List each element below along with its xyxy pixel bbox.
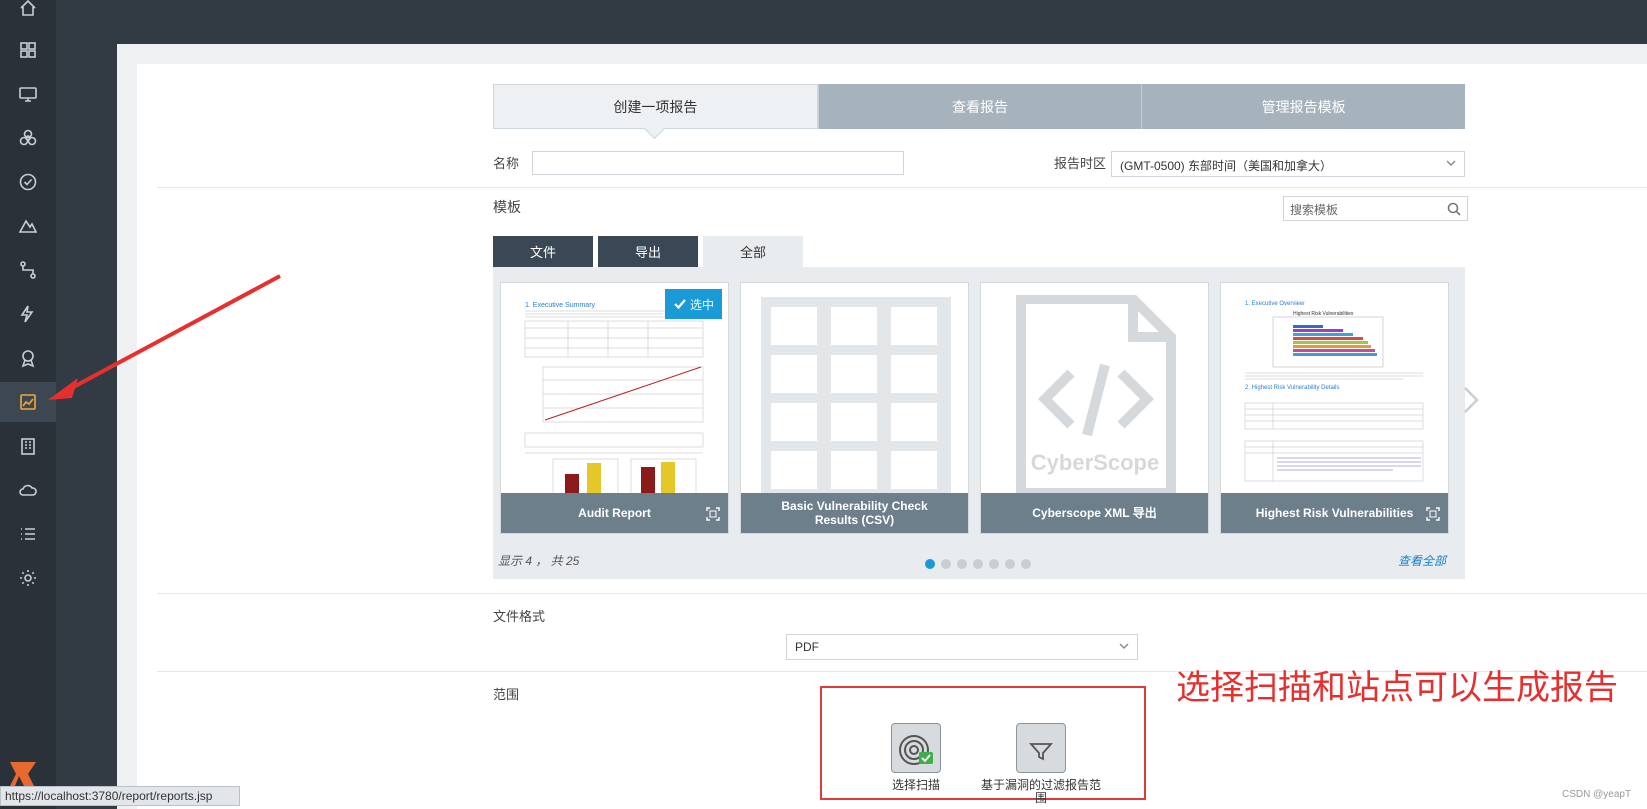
carousel-dot[interactable]: [957, 559, 967, 569]
filter-icon: [1028, 743, 1054, 761]
reports-icon[interactable]: [0, 382, 56, 422]
filter-scope-button[interactable]: [1016, 723, 1066, 773]
template-caption: Highest Risk Vulnerabilities: [1221, 493, 1448, 533]
template-thumbnail: [753, 295, 958, 495]
checkmark-icon: [674, 299, 686, 310]
carousel-dots: [925, 559, 1031, 569]
cloud-icon[interactable]: [0, 470, 56, 510]
lightning-icon[interactable]: [0, 294, 56, 334]
timezone-label: 报告时区: [1054, 156, 1107, 171]
timezone-select[interactable]: (GMT-0500) 东部时间（美国和加拿大）: [1111, 151, 1465, 177]
code-file-icon: CyberScope: [1016, 295, 1176, 495]
scope-label: 范围: [493, 687, 520, 702]
award-icon[interactable]: [0, 338, 56, 378]
template-card-audit-report[interactable]: 1. Executive Summary Audit Report: [500, 282, 729, 534]
pager-count: 显示 4 ， 共 25: [498, 554, 580, 568]
template-thumbnail: 1. Executive Summary: [513, 295, 718, 495]
annotation-text: 选择扫描和站点可以生成报告: [1176, 668, 1618, 708]
select-scans-button[interactable]: [891, 723, 941, 773]
filter-tab-file[interactable]: 文件: [493, 236, 593, 267]
file-format-value: PDF: [795, 640, 819, 654]
carousel-dot[interactable]: [1005, 559, 1015, 569]
table-icon: [761, 297, 951, 493]
carousel-dot[interactable]: [1021, 559, 1031, 569]
template-thumbnail: CyberScope: [993, 295, 1198, 495]
check-icon[interactable]: [0, 162, 56, 202]
watermark: CSDN @yeapT: [1562, 789, 1632, 800]
carousel-dot[interactable]: [941, 559, 951, 569]
scan-icon: [899, 735, 933, 765]
template-label: 模板: [493, 199, 521, 215]
mountain-icon[interactable]: [0, 206, 56, 246]
building-icon[interactable]: [0, 426, 56, 466]
thumb-subtitle: Highest Risk Vulnerabilities: [1293, 311, 1354, 317]
template-card-highest-risk[interactable]: 1. Executive Overview Highest Risk Vulne…: [1220, 282, 1449, 534]
template-caption: Cyberscope XML 导出: [981, 493, 1208, 533]
expand-icon[interactable]: [706, 507, 720, 521]
select-scans-label: 选择扫描: [891, 778, 940, 792]
filter-tab-export[interactable]: 导出: [598, 236, 698, 267]
chevron-down-icon: [1446, 160, 1456, 166]
selected-badge: 选中: [665, 289, 722, 319]
assets-icon[interactable]: [0, 74, 56, 114]
carousel-dot[interactable]: [973, 559, 983, 569]
template-card-cyberscope[interactable]: CyberScope Cyberscope XML 导出: [980, 282, 1209, 534]
status-url: https://localhost:3780/report/reports.js…: [0, 786, 240, 806]
sidebar: [0, 0, 56, 809]
template-caption: Basic Vulnerability Check Results (CSV): [741, 493, 968, 533]
name-field[interactable]: [532, 151, 904, 175]
carousel-dot[interactable]: [925, 559, 935, 569]
template-search-input[interactable]: 搜索模板: [1283, 196, 1468, 221]
selected-badge-label: 选中: [689, 297, 714, 312]
template-caption: Audit Report: [501, 493, 728, 533]
next-arrow-icon[interactable]: [1462, 385, 1480, 415]
biohazard-icon[interactable]: [0, 118, 56, 158]
filter-tab-all[interactable]: 全部: [703, 236, 803, 267]
thumb-section: 2. Highest Risk Vulnerability Details: [1245, 385, 1339, 391]
home-icon[interactable]: [0, 0, 56, 28]
settings-icon[interactable]: [0, 558, 56, 598]
template-card-csv[interactable]: Basic Vulnerability Check Results (CSV): [740, 282, 969, 534]
tab-create-report[interactable]: 创建一项报告: [493, 84, 818, 129]
view-all-link[interactable]: 查看全部: [1398, 552, 1446, 569]
route-icon[interactable]: [0, 250, 56, 290]
file-format-label: 文件格式: [493, 609, 546, 624]
timezone-value: (GMT-0500) 东部时间（美国和加拿大）: [1120, 159, 1333, 173]
thumb-title: 1. Executive Overview: [1245, 301, 1305, 307]
file-format-select[interactable]: PDF: [786, 634, 1138, 660]
dashboard-icon[interactable]: [0, 30, 56, 70]
template-thumbnail: 1. Executive Overview Highest Risk Vulne…: [1233, 295, 1438, 495]
top-bar: [56, 0, 1647, 44]
list-icon[interactable]: [0, 514, 56, 554]
chevron-down-icon: [1119, 643, 1129, 649]
name-label: 名称: [493, 156, 520, 171]
search-placeholder: 搜索模板: [1290, 203, 1339, 217]
report-tabs: 创建一项报告 查看报告 管理报告模板: [493, 84, 1466, 129]
filter-scope-label: 基于漏洞的过滤报告范围: [980, 778, 1101, 805]
carousel-dot[interactable]: [989, 559, 999, 569]
search-icon: [1447, 202, 1461, 216]
thumb-title: 1. Executive Summary: [525, 302, 596, 309]
tab-manage-templates[interactable]: 管理报告模板: [1141, 84, 1466, 129]
cyberscope-wordmark: CyberScope: [1031, 450, 1159, 475]
tab-view-reports[interactable]: 查看报告: [817, 84, 1142, 129]
expand-icon[interactable]: [1426, 507, 1440, 521]
brand-logo: [10, 762, 36, 786]
